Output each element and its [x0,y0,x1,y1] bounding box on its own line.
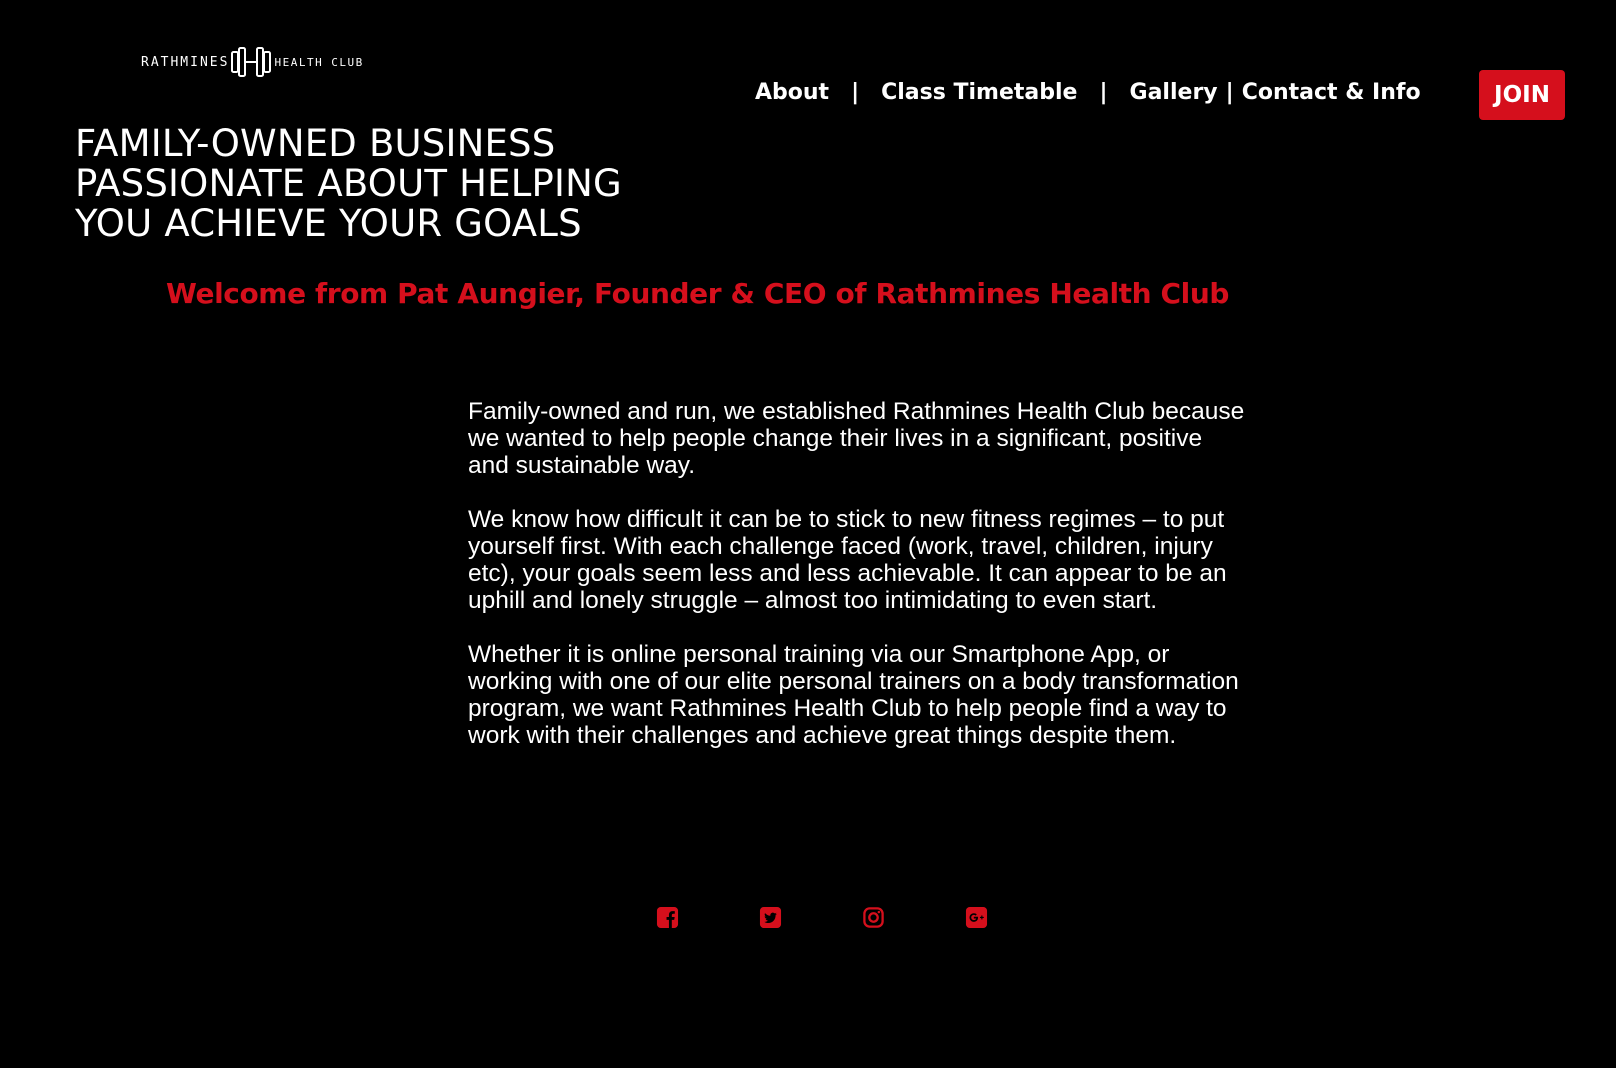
intro-paragraph: Family-owned and run, we established Rat… [468,398,1245,479]
hero-title-line: YOU ACHIEVE YOUR GOALS [75,202,582,245]
logo-text-health-club: HEALTH CLUB [274,55,364,69]
hero-title-line: PASSIONATE ABOUT HELPING [75,162,622,205]
nav-class-timetable[interactable]: Class Timetable [881,80,1077,105]
nav-separator: | [851,80,860,105]
site-logo[interactable]: RATHMINES HEALTH CLUB [141,46,364,78]
google-plus-icon[interactable] [965,906,988,929]
intro-paragraph: We know how difficult it can be to stick… [468,506,1227,614]
logo-text-rathmines: RATHMINES [141,54,230,70]
nav-separator: | [1099,80,1108,105]
nav-separator: | [1225,80,1234,105]
intro-paragraph: Whether it is online personal training v… [468,641,1239,749]
nav-gallery[interactable]: Gallery [1130,80,1218,105]
hero-title-line: FAMILY-OWNED BUSINESS [75,122,556,165]
social-links [656,906,988,929]
facebook-icon[interactable] [656,906,679,929]
instagram-icon[interactable] [862,906,885,929]
nav-about[interactable]: About [755,80,829,105]
main-nav: About | Class Timetable | Gallery | Cont… [755,80,1421,105]
welcome-heading: Welcome from Pat Aungier, Founder & CEO … [166,277,1230,310]
hero-title: FAMILY-OWNED BUSINESS PASSIONATE ABOUT H… [75,124,675,244]
twitter-icon[interactable] [759,906,782,929]
intro-text: Family-owned and run, we established Rat… [468,398,1248,776]
nav-contact-info[interactable]: Contact & Info [1242,80,1421,105]
dumbbell-icon [231,47,272,77]
join-button[interactable]: JOIN [1479,70,1565,120]
